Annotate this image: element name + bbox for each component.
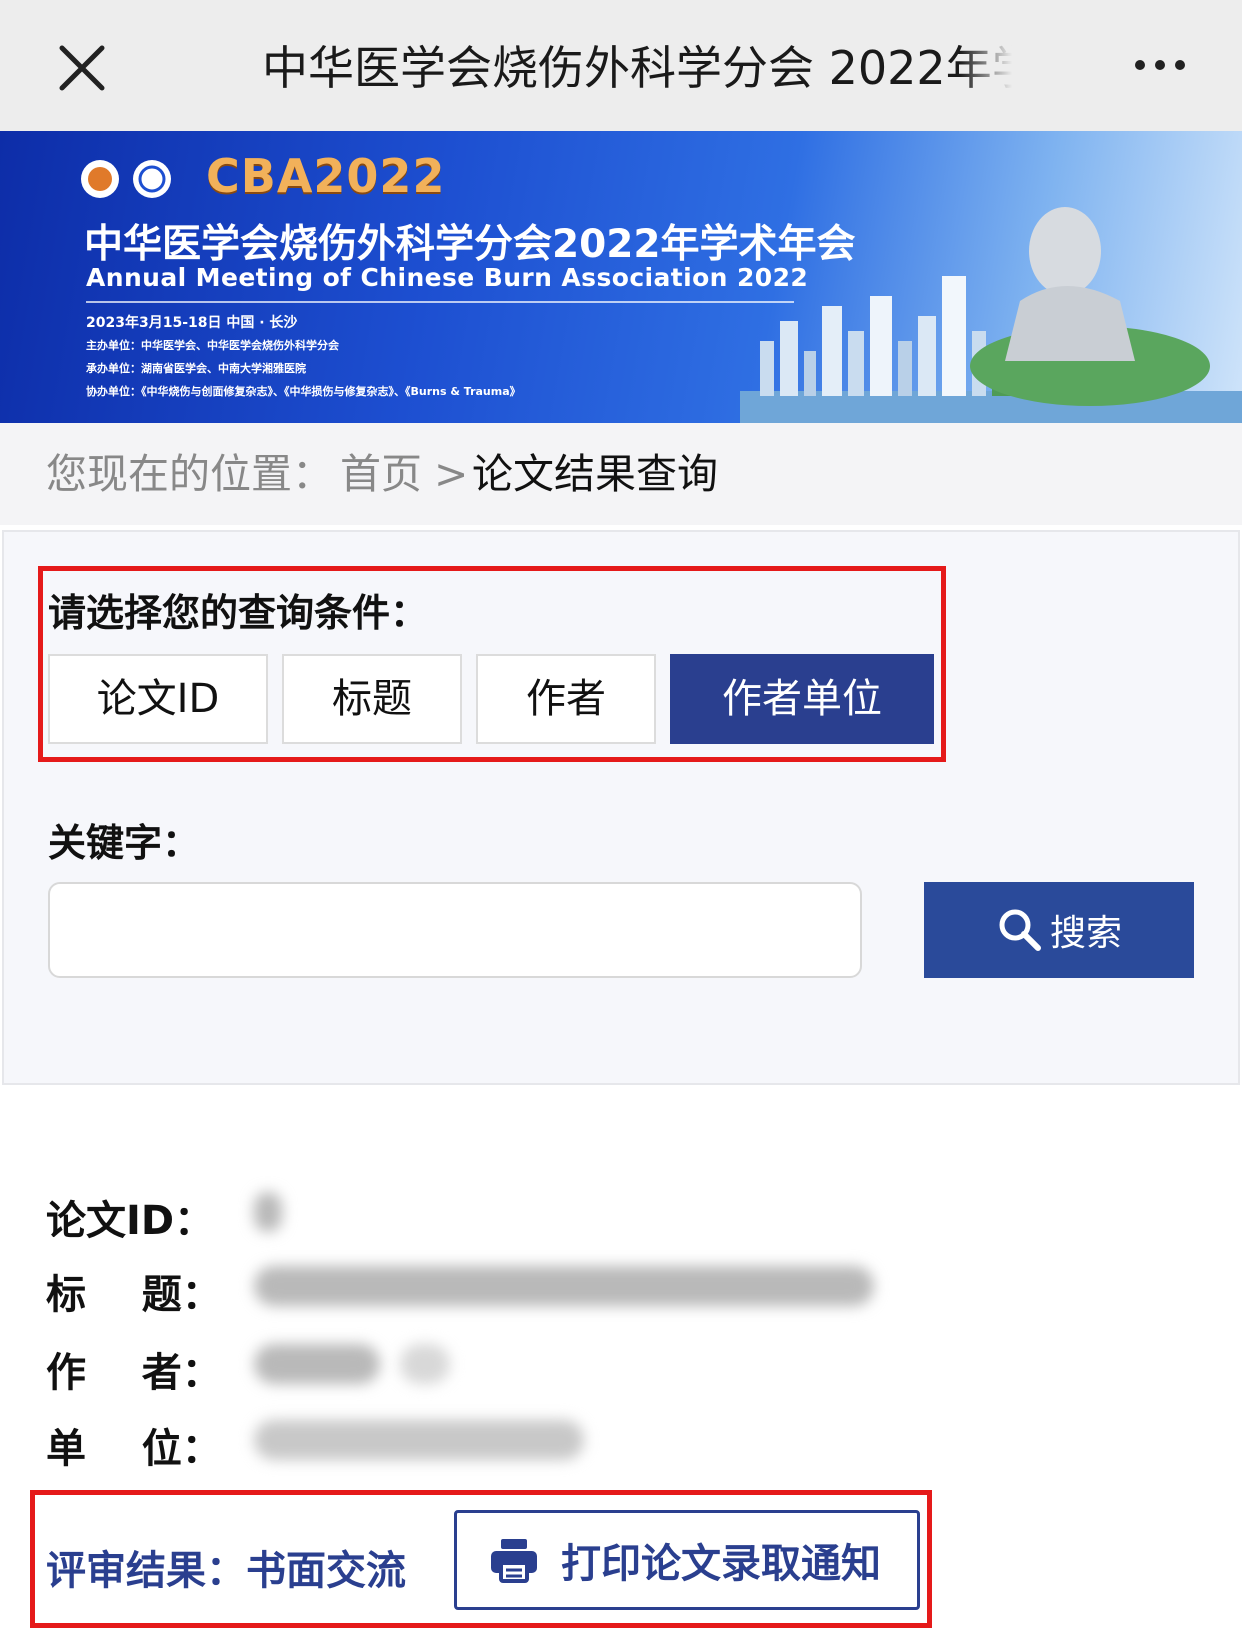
banner-organizer: 承办单位：湖南省医学会、中南大学湘雅医院 xyxy=(86,362,306,375)
breadcrumb-separator: > xyxy=(434,450,469,498)
result-author-value-redacted xyxy=(254,1344,380,1384)
result-title-label: 标 题： xyxy=(46,1272,222,1318)
city-skyline-image xyxy=(740,207,1242,423)
page-title: 中华医学会烧伤外科学分会 2022年学术年会 xyxy=(262,41,1012,95)
result-title-row: 标 题： xyxy=(46,1262,874,1320)
condition-paper-id-button[interactable]: 论文ID xyxy=(48,654,268,744)
navbar: 中华医学会烧伤外科学分会 2022年学术年会 xyxy=(0,0,1242,131)
keyword-input[interactable] xyxy=(48,882,862,978)
result-author-row: 作 者： xyxy=(46,1340,450,1398)
breadcrumb-current: 论文结果查询 xyxy=(472,450,718,498)
result-title-value-redacted xyxy=(254,1266,874,1306)
breadcrumb-prefix: 您现在的位置： xyxy=(46,450,333,498)
result-unit-label: 单 位： xyxy=(46,1426,222,1472)
conference-banner: CBA2022 中华医学会烧伤外科学分会2022年学术年会 Annual Mee… xyxy=(0,131,1242,423)
banner-co-organizer: 协办单位：《中华烧伤与创面修复杂志》、《中华损伤与修复杂志》、《Burns & … xyxy=(86,385,521,398)
banner-date: 2023年3月15-18日 中国 · 长沙 xyxy=(86,315,298,331)
condition-author-button[interactable]: 作者 xyxy=(476,654,656,744)
breadcrumb: 您现在的位置： 首页 > 论文结果查询 xyxy=(0,423,1242,525)
review-result-value: 书面交流 xyxy=(246,1548,406,1594)
banner-divider xyxy=(86,301,794,303)
banner-code: CBA2022 xyxy=(206,149,446,203)
result-author-label: 作 者： xyxy=(46,1350,222,1396)
search-button[interactable]: 搜索 xyxy=(924,882,1194,978)
review-result: 评审结果：书面交流 xyxy=(46,1538,406,1596)
condition-author-unit-button[interactable]: 作者单位 xyxy=(670,654,934,744)
condition-label: 请选择您的查询条件： xyxy=(48,591,429,635)
keyword-label: 关键字： xyxy=(48,821,201,865)
print-notice-button[interactable]: 打印论文录取通知 xyxy=(454,1510,920,1610)
review-result-label: 评审结果： xyxy=(46,1548,246,1594)
banner-subtitle: Annual Meeting of Chinese Burn Associati… xyxy=(86,263,809,292)
result-id-label: 论文ID： xyxy=(46,1198,215,1244)
result-author-extra-redacted xyxy=(400,1344,450,1384)
search-icon xyxy=(999,909,1041,951)
result-id-row: 论文ID： xyxy=(46,1188,282,1246)
search-button-label: 搜索 xyxy=(1049,913,1122,954)
result-id-value-redacted xyxy=(254,1192,282,1232)
more-dots-icon[interactable] xyxy=(1130,50,1200,80)
result-unit-value-redacted xyxy=(254,1420,584,1460)
result-unit-row: 单 位： xyxy=(46,1416,584,1474)
association-logos-icon xyxy=(81,160,171,198)
printer-icon xyxy=(491,1539,537,1583)
close-icon[interactable] xyxy=(52,38,112,98)
print-notice-label: 打印论文录取通知 xyxy=(561,1541,881,1587)
condition-title-button[interactable]: 标题 xyxy=(282,654,462,744)
breadcrumb-home-link[interactable]: 首页 xyxy=(340,423,422,525)
banner-host: 主办单位：中华医学会、中华医学会烧伤外科学分会 xyxy=(86,339,339,352)
